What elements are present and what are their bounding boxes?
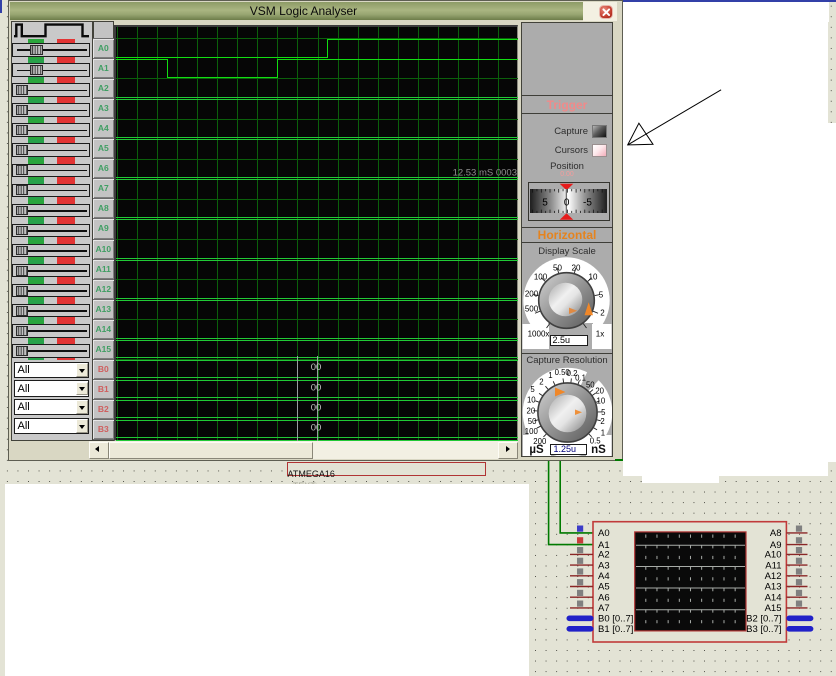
svg-text:nS: nS [591,444,606,456]
svg-text:0.1: 0.1 [575,373,586,382]
svg-text:1: 1 [601,429,605,438]
svg-text:µS: µS [529,444,544,456]
svg-text:B1 [0..7]: B1 [0..7] [598,624,633,635]
svg-text:1: 1 [548,371,552,380]
svg-text:A0: A0 [598,528,610,539]
svg-text:12.53 mS 0003: 12.53 mS 0003 [453,168,517,179]
svg-text:B0 [0..7]: B0 [0..7] [598,614,633,625]
svg-text:1000x: 1000x [528,330,550,339]
svg-text:500: 500 [525,305,539,314]
svg-text:5: 5 [530,385,535,394]
svg-text:A6: A6 [598,592,610,603]
svg-text:20: 20 [527,407,536,416]
svg-text:100: 100 [525,427,539,436]
svg-text:B2 [0..7]: B2 [0..7] [746,614,781,625]
svg-text:2: 2 [600,417,604,426]
svg-text:50: 50 [553,264,562,273]
svg-text:2: 2 [600,309,605,318]
svg-text:A4: A4 [598,571,610,582]
svg-text:A13: A13 [765,582,782,593]
svg-text:B3 [0..7]: B3 [0..7] [746,624,781,635]
svg-text:5: 5 [599,291,604,300]
svg-text:200: 200 [525,290,539,299]
svg-text:A5: A5 [598,582,610,593]
svg-text:00: 00 [311,402,322,413]
svg-text:50: 50 [586,381,595,390]
svg-text:10: 10 [589,273,598,282]
svg-text:A8: A8 [770,528,782,539]
svg-text:2: 2 [539,378,543,387]
svg-text:A7: A7 [598,603,610,614]
svg-text:A15: A15 [765,603,782,614]
svg-text:5: 5 [543,198,549,209]
svg-text:A14: A14 [765,592,782,603]
svg-text:A3: A3 [598,560,610,571]
svg-text:-5: -5 [583,198,592,209]
svg-text:0: 0 [564,198,570,209]
svg-text:20: 20 [572,264,581,273]
svg-text:10: 10 [597,397,606,406]
svg-text:A11: A11 [765,560,781,571]
svg-text:100: 100 [534,273,548,282]
svg-text:1x: 1x [596,330,604,339]
svg-text:50: 50 [528,417,537,426]
svg-text:20: 20 [595,386,604,395]
svg-text:00: 00 [311,382,322,393]
svg-text:A10: A10 [765,550,782,561]
svg-text:10: 10 [527,396,536,405]
svg-text:A12: A12 [765,571,782,582]
svg-text:A2: A2 [598,550,610,561]
svg-text:00: 00 [311,422,322,433]
svg-text:00: 00 [311,362,322,373]
svg-text:5: 5 [601,408,606,417]
